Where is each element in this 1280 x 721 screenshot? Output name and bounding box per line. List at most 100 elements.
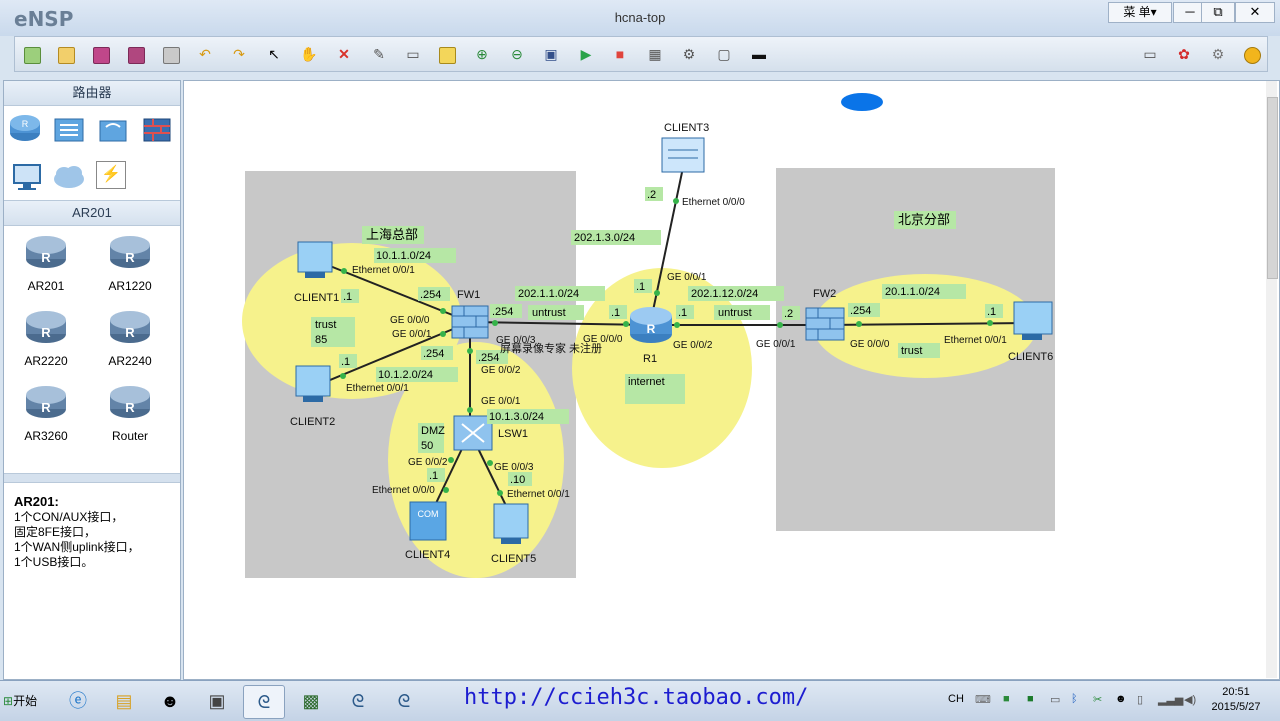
fw2-node[interactable] — [805, 307, 845, 341]
host-label[interactable]: .10 — [508, 472, 532, 486]
svg-text:internet: internet — [628, 376, 665, 388]
zone-label[interactable]: untrust — [528, 305, 584, 320]
ensp-task-icon[interactable]: ᘓ — [384, 685, 424, 717]
port-label: Ethernet 0/0/0 — [682, 197, 745, 208]
firewall-icon — [451, 305, 489, 339]
host-label[interactable]: .2 — [782, 306, 800, 320]
client6-node[interactable] — [1013, 301, 1053, 340]
subnet-label[interactable]: 10.1.1.0/24 — [374, 248, 456, 263]
recorder-icon[interactable]: ▣ — [197, 685, 237, 717]
ie-browser-icon[interactable]: ⓔ — [58, 685, 98, 717]
svg-text:.1: .1 — [678, 307, 687, 319]
port-label: Ethernet 0/0/1 — [352, 265, 415, 276]
host-label[interactable]: .2 — [645, 187, 663, 201]
svg-text:.254: .254 — [492, 306, 513, 318]
svg-text:20.1.1.0/24: 20.1.1.0/24 — [885, 286, 940, 298]
tray-app-icon[interactable]: ■ — [1003, 693, 1010, 705]
host-label[interactable]: .1 — [341, 289, 359, 303]
port-label: GE 0/0/3 — [494, 462, 534, 473]
svg-text:北京分部: 北京分部 — [898, 212, 950, 227]
tray-tool-icon[interactable]: ✂ — [1093, 693, 1102, 706]
svg-text:10.1.2.0/24: 10.1.2.0/24 — [378, 369, 433, 381]
client3-node[interactable] — [661, 137, 705, 173]
firewall-icon — [805, 307, 845, 341]
client4-node[interactable]: COM — [409, 501, 447, 541]
fw1-node[interactable] — [451, 305, 489, 339]
keyboard-icon[interactable]: ⌨ — [975, 693, 991, 706]
tray-monitor-icon[interactable]: ▭ — [1050, 693, 1060, 706]
zone-label[interactable]: DMZ 50 — [418, 423, 445, 453]
host-label[interactable]: .254 — [418, 287, 450, 301]
port-label: GE 0/0/1 — [667, 272, 707, 283]
zone-label[interactable]: internet — [625, 374, 685, 404]
subnet-label[interactable]: 202.1.12.0/24 — [688, 286, 784, 301]
svg-text:202.1.3.0/24: 202.1.3.0/24 — [574, 232, 635, 244]
svg-text:trust: trust — [901, 345, 922, 357]
network-signal-icon[interactable]: ▂▃▅ — [1158, 693, 1183, 706]
host-label[interactable]: .1 — [676, 305, 694, 319]
ensp-task-icon[interactable]: ᘓ — [243, 685, 285, 719]
svg-text:.1: .1 — [343, 291, 352, 303]
svg-text:.254: .254 — [850, 305, 871, 317]
subnet-label[interactable]: 202.1.3.0/24 — [571, 230, 661, 245]
node-label: FW1 — [457, 289, 480, 301]
zone-label[interactable]: untrust — [714, 305, 770, 320]
tray-security-icon[interactable]: ■ — [1027, 693, 1034, 705]
svg-text:.1: .1 — [636, 281, 645, 293]
zone-label[interactable]: trust 85 — [311, 317, 355, 347]
topology-diagram: R COM 上海总部 北京分部 10.1.1.0/24 10.1.2.0/24 … — [242, 93, 1055, 578]
ime-indicator[interactable]: CH — [948, 693, 964, 705]
area-label-beijing[interactable]: 北京分部 — [894, 211, 956, 229]
tray-device-icon[interactable]: ▯ — [1137, 693, 1143, 706]
watermark-text: 屏幕录像专家 未注册 — [500, 341, 602, 355]
start-label: 开始 — [13, 694, 38, 708]
qq-icon[interactable]: ☻ — [150, 685, 190, 717]
host-label[interactable]: .1 — [609, 305, 627, 319]
pc-icon — [493, 503, 529, 539]
volume-icon[interactable]: ◀) — [1184, 693, 1196, 706]
lsw1-node[interactable] — [453, 415, 493, 451]
svg-text:R: R — [647, 322, 656, 336]
host-label[interactable]: .254 — [848, 303, 880, 317]
svg-text:85: 85 — [315, 334, 327, 346]
host-label[interactable]: .1 — [985, 304, 1003, 318]
svg-text:.254: .254 — [420, 289, 441, 301]
bluetooth-icon[interactable]: ᛒ — [1071, 693, 1078, 705]
host-label[interactable]: .1 — [427, 468, 445, 482]
clock-time: 20:51 — [1222, 686, 1250, 698]
port-label: GE 0/0/2 — [481, 365, 521, 376]
host-label[interactable]: .1 — [339, 354, 357, 368]
start-button[interactable]: ⊞开始 — [3, 690, 45, 712]
port-label: Ethernet 0/0/1 — [507, 489, 570, 500]
url-watermark: http://ccieh3c.taobao.com/ — [464, 685, 809, 710]
clock[interactable]: 20:51 2015/5/27 — [1200, 685, 1272, 715]
node-label: LSW1 — [498, 428, 528, 440]
windows-logo-icon: ⊞ — [3, 694, 14, 708]
taskbar: ⊞开始 ⓔ ▤ ☻ ▣ ᘓ ▩ ᘓ ᘓ http://ccieh3c.taoba… — [0, 680, 1280, 721]
svg-text:.2: .2 — [647, 189, 656, 201]
subnet-label[interactable]: 10.1.2.0/24 — [376, 367, 458, 382]
host-label[interactable]: .254 — [421, 346, 453, 360]
node-label: CLIENT2 — [290, 416, 335, 428]
subnet-label[interactable]: 202.1.1.0/24 — [515, 286, 605, 301]
blue-ellipse-shape[interactable] — [841, 93, 883, 111]
svg-text:untrust: untrust — [718, 307, 752, 319]
client5-node[interactable] — [493, 503, 529, 544]
svg-text:.1: .1 — [341, 356, 350, 368]
host-label[interactable]: .254 — [490, 304, 522, 318]
terminal-task-icon[interactable]: ▩ — [291, 685, 331, 717]
qq-tray-icon[interactable]: ☻ — [1115, 693, 1127, 705]
subnet-label[interactable]: 10.1.3.0/24 — [487, 409, 569, 424]
r1-node[interactable]: R — [630, 307, 672, 343]
host-label[interactable]: .1 — [634, 279, 652, 293]
area-label-shanghai[interactable]: 上海总部 — [362, 226, 424, 244]
svg-text:COM: COM — [418, 509, 439, 519]
server-icon — [409, 501, 447, 541]
zone-label[interactable]: trust — [898, 343, 940, 358]
folder-icon[interactable]: ▤ — [104, 685, 144, 717]
node-label: CLIENT5 — [491, 553, 536, 565]
node-label: CLIENT6 — [1008, 351, 1053, 363]
ensp-task-icon[interactable]: ᘓ — [338, 685, 378, 717]
pc-icon — [1013, 301, 1053, 335]
subnet-label[interactable]: 20.1.1.0/24 — [882, 284, 966, 299]
